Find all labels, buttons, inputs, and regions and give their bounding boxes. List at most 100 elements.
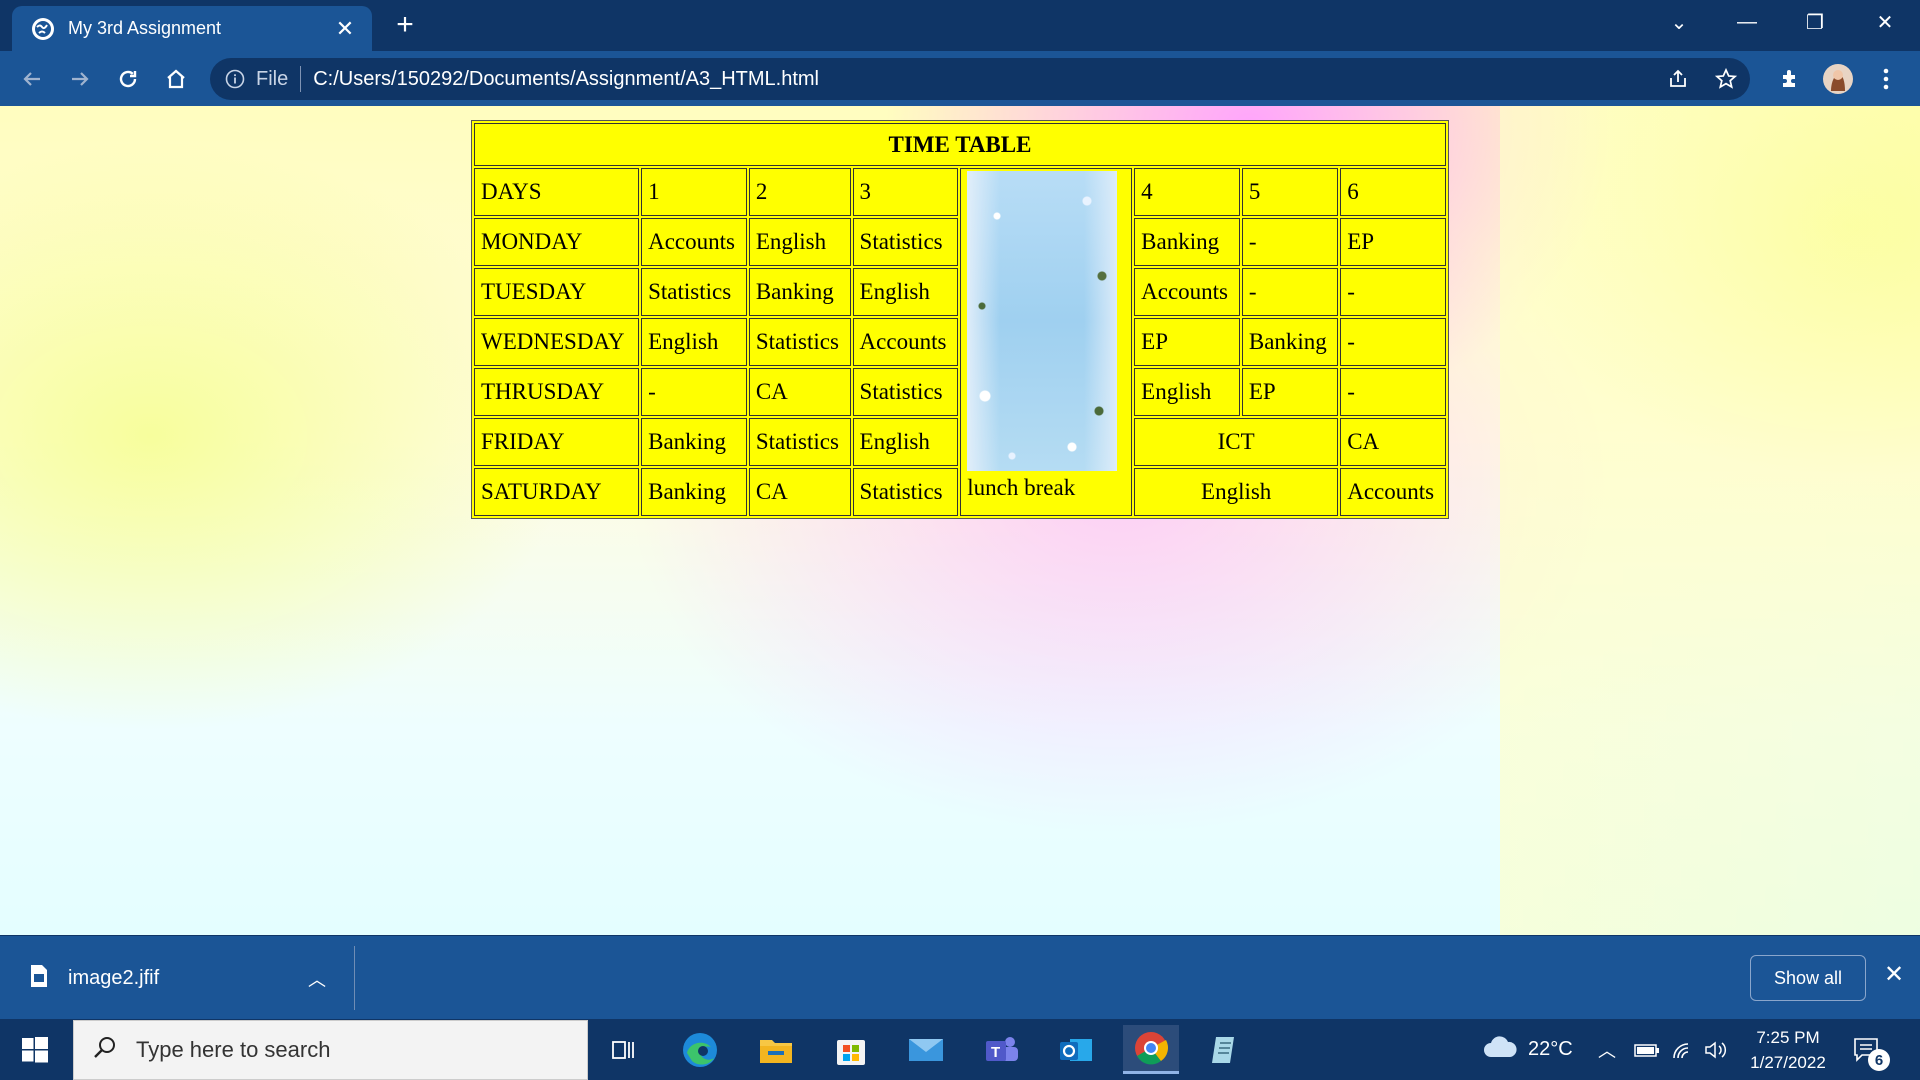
address-actions	[1654, 58, 1750, 100]
bookmark-star-icon[interactable]	[1702, 68, 1750, 90]
microsoft-store-icon[interactable]	[823, 1025, 879, 1074]
extensions-puzzle-icon[interactable]	[1773, 62, 1807, 96]
file-explorer-icon[interactable]	[748, 1025, 804, 1074]
lunch-break-cell: lunch break	[960, 168, 1133, 516]
browser-toolbar: File C:/Users/150292/Documents/Assignmen…	[0, 51, 1920, 106]
home-icon[interactable]	[159, 62, 193, 96]
subject-cell: Accounts	[852, 318, 959, 366]
task-view-icon[interactable]	[596, 1025, 652, 1074]
subject-cell: Statistics	[852, 368, 959, 416]
close-tab-icon[interactable]: ✕	[330, 16, 360, 42]
subject-cell: Banking	[1134, 218, 1240, 266]
subject-cell: -	[1340, 268, 1446, 316]
subject-cell: Statistics	[852, 468, 959, 516]
clock-time: 7:25 PM	[1756, 1028, 1820, 1047]
profile-avatar[interactable]	[1821, 62, 1855, 96]
download-item[interactable]: image2.jfif	[30, 958, 159, 998]
minimize-icon[interactable]: —	[1713, 0, 1781, 45]
battery-icon[interactable]	[1634, 1019, 1660, 1080]
subject-cell: Statistics	[748, 418, 851, 466]
page-viewport: TIME TABLE DAYS 1 2 3 lunch break 4 5 6 …	[0, 106, 1920, 935]
subject-cell: Banking	[641, 468, 747, 516]
browser-menu-icon[interactable]	[1869, 62, 1903, 96]
subject-cell: -	[1340, 368, 1446, 416]
search-placeholder: Type here to search	[136, 1037, 331, 1062]
subject-cell: English	[641, 318, 747, 366]
header-period-6: 6	[1340, 168, 1446, 216]
tab-strip: My 3rd Assignment ✕ + ⌄ — ❐ ✕	[0, 0, 1920, 51]
subject-cell: -	[641, 368, 747, 416]
address-scheme: File	[256, 67, 289, 90]
mail-icon[interactable]	[898, 1025, 954, 1074]
header-period-4: 4	[1134, 168, 1240, 216]
subject-cell: English	[852, 268, 959, 316]
day-cell: FRIDAY	[474, 418, 640, 466]
restore-icon[interactable]: ❐	[1781, 0, 1849, 45]
subject-cell: EP	[1134, 318, 1240, 366]
header-period-3: 3	[852, 168, 959, 216]
subject-cell: CA	[1340, 418, 1446, 466]
cloud-icon	[1482, 1035, 1518, 1064]
subject-cell: English	[1134, 368, 1240, 416]
header-days: DAYS	[474, 168, 640, 216]
chevron-up-icon[interactable]: ︿	[308, 966, 326, 992]
notepad-icon[interactable]	[1197, 1025, 1253, 1074]
subject-cell: Banking	[748, 268, 851, 316]
taskbar-search-box[interactable]: Type here to search	[73, 1020, 588, 1080]
subject-cell-merged: English	[1134, 468, 1339, 516]
subject-cell: English	[852, 418, 959, 466]
subject-cell-merged: ICT	[1134, 418, 1339, 466]
subject-cell: Accounts	[1340, 468, 1446, 516]
browser-tab[interactable]: My 3rd Assignment ✕	[12, 6, 372, 51]
system-clock[interactable]: 7:25 PM 1/27/2022	[1738, 1025, 1838, 1075]
forward-icon[interactable]	[63, 62, 97, 96]
tray-overflow-chevron-icon[interactable]: ︿	[1598, 1019, 1616, 1080]
blossom-image	[967, 171, 1118, 471]
search-icon	[92, 1035, 118, 1066]
close-window-icon[interactable]: ✕	[1851, 0, 1919, 45]
subject-cell: English	[748, 218, 851, 266]
tab-search-chevron-icon[interactable]: ⌄	[1645, 0, 1713, 45]
download-bar: image2.jfif ︿ Show all ✕	[0, 935, 1920, 1019]
outlook-icon[interactable]	[1048, 1025, 1104, 1074]
svg-text:T: T	[991, 1044, 1000, 1061]
timetable: TIME TABLE DAYS 1 2 3 lunch break 4 5 6 …	[471, 120, 1449, 519]
file-icon	[30, 964, 48, 993]
subject-cell: CA	[748, 468, 851, 516]
teams-icon[interactable]: T	[973, 1025, 1029, 1074]
reload-icon[interactable]	[111, 62, 145, 96]
wifi-icon[interactable]	[1670, 1019, 1694, 1080]
clock-date: 1/27/2022	[1750, 1053, 1826, 1072]
subject-cell: -	[1340, 318, 1446, 366]
new-tab-icon[interactable]: +	[390, 10, 420, 40]
lunch-break-label: lunch break	[967, 475, 1076, 500]
weather-temperature: 22°C	[1528, 1038, 1573, 1060]
site-info-icon[interactable]	[224, 68, 246, 90]
address-divider	[300, 66, 302, 92]
weather-widget[interactable]: 22°C	[1482, 1019, 1573, 1080]
show-all-button[interactable]: Show all	[1750, 955, 1866, 1001]
windows-start-icon[interactable]	[0, 1019, 70, 1080]
close-download-bar-icon[interactable]: ✕	[1880, 960, 1908, 989]
download-divider	[354, 946, 355, 1010]
subject-cell: CA	[748, 368, 851, 416]
table-header-row: DAYS 1 2 3 lunch break 4 5 6	[474, 168, 1446, 516]
chrome-icon[interactable]	[1123, 1025, 1179, 1074]
back-icon[interactable]	[15, 62, 49, 96]
tab-title: My 3rd Assignment	[68, 18, 222, 38]
address-bar[interactable]: File C:/Users/150292/Documents/Assignmen…	[210, 58, 1750, 100]
header-period-1: 1	[641, 168, 747, 216]
header-period-5: 5	[1241, 168, 1339, 216]
share-icon[interactable]	[1654, 68, 1702, 90]
download-file-name: image2.jfif	[68, 966, 160, 989]
subject-cell: Banking	[641, 418, 747, 466]
subject-cell: Statistics	[748, 318, 851, 366]
subject-cell: Banking	[1241, 318, 1339, 366]
address-url[interactable]: C:/Users/150292/Documents/Assignment/A3_…	[313, 68, 819, 91]
edge-browser-icon[interactable]	[672, 1025, 728, 1074]
subject-cell: Statistics	[852, 218, 959, 266]
subject-cell: -	[1241, 218, 1339, 266]
volume-icon[interactable]	[1704, 1019, 1730, 1080]
background-shade	[1500, 106, 1920, 935]
windows-taskbar: Type here to search T 22°C ︿ 7:25 PM 1/2…	[0, 1019, 1920, 1080]
